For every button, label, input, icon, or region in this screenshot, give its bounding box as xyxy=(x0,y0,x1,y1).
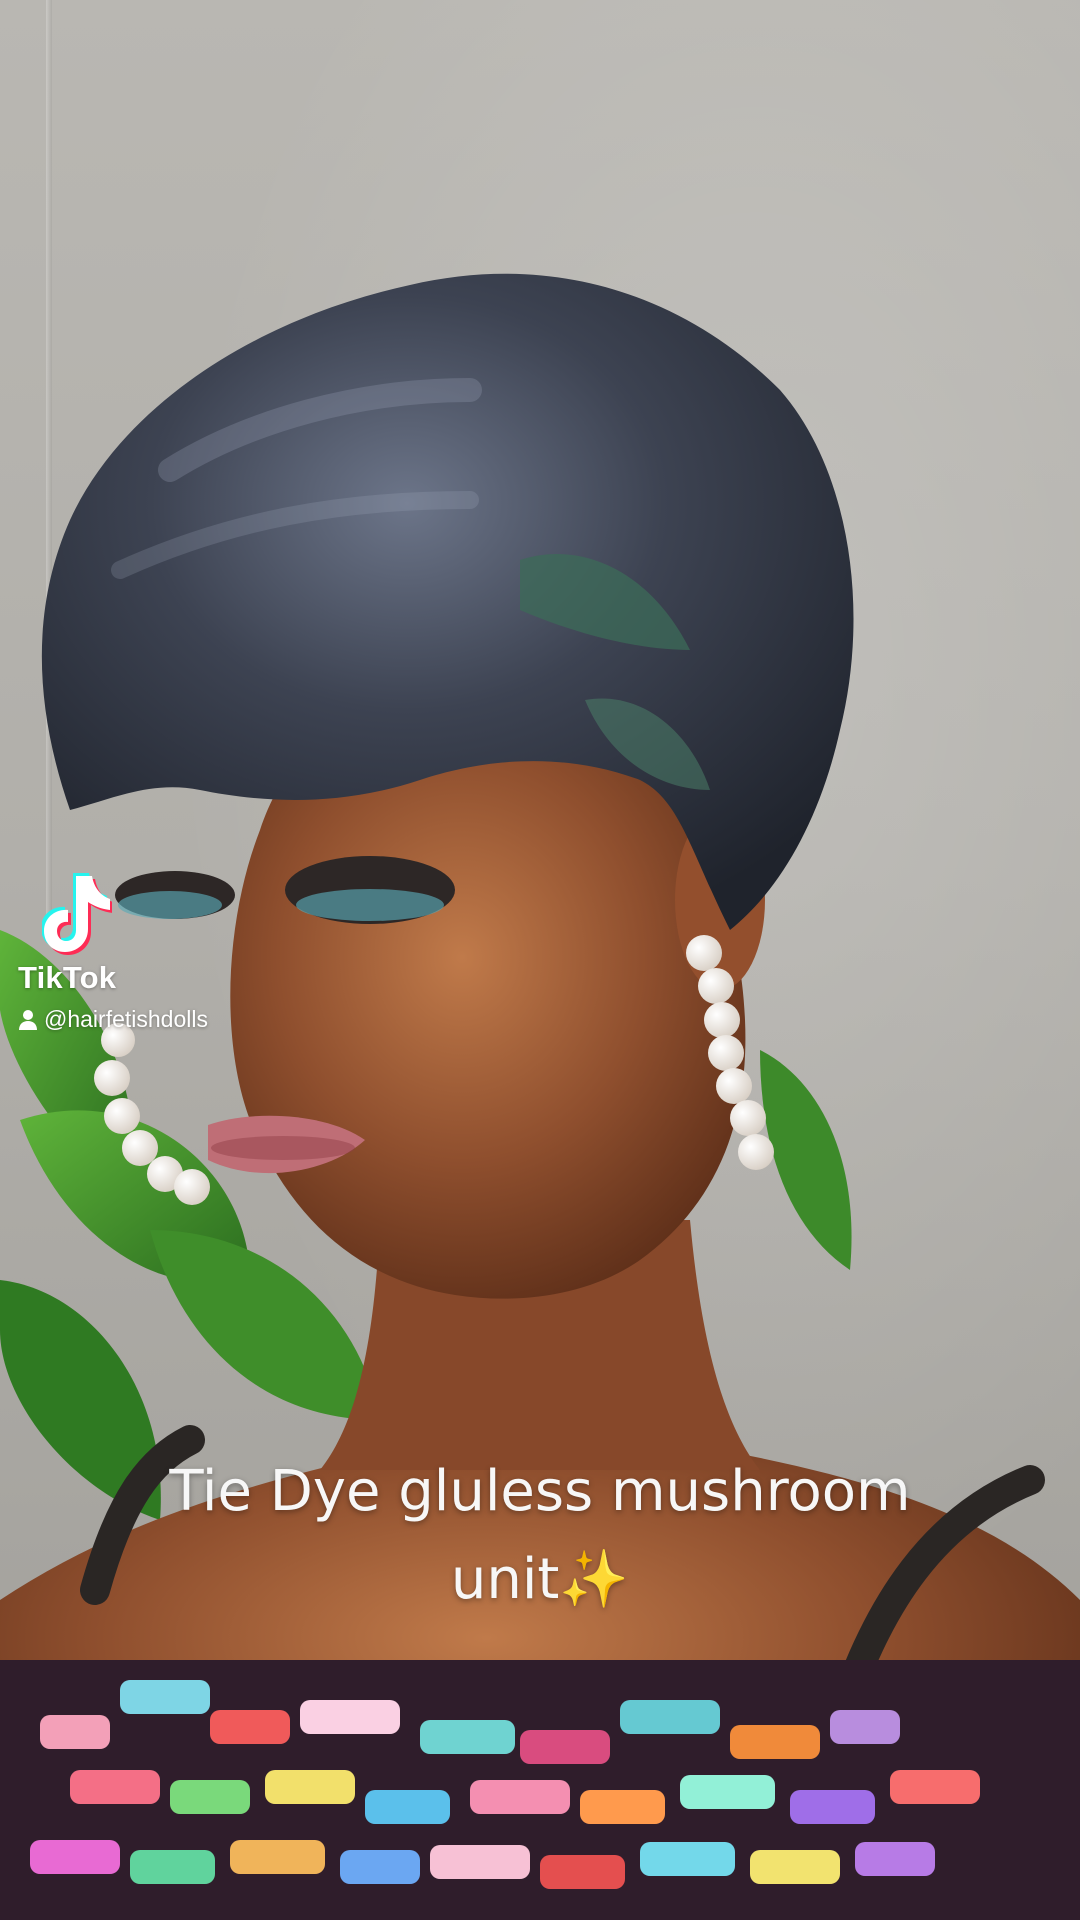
video-caption: Tie Dye gluless mushroom unit✨ xyxy=(169,1459,911,1612)
tiktok-watermark: TikTok @hairfetishdolls xyxy=(18,872,278,1042)
person-icon xyxy=(19,1009,37,1030)
video-frame: TikTok @hairfetishdolls Tie Dye gluless … xyxy=(0,0,1080,1920)
tiktok-brand-label: TikTok xyxy=(18,960,117,995)
gem-top xyxy=(0,1660,1080,1920)
tiktok-logo-icon xyxy=(42,873,112,955)
creator-handle: @hairfetishdolls xyxy=(44,1006,208,1032)
creator-handle-row: @hairfetishdolls xyxy=(18,1008,208,1031)
